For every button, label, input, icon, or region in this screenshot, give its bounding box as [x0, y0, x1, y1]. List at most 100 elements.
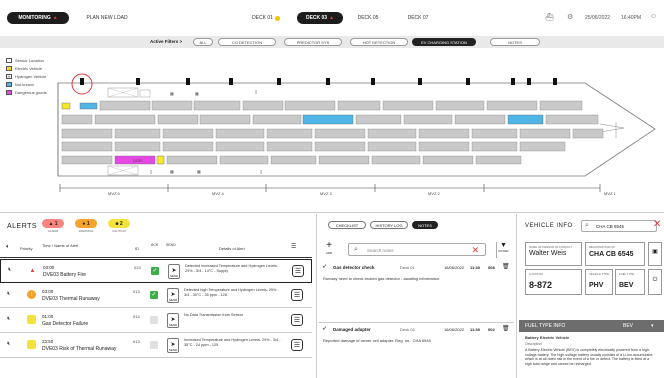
alarm-count-badge[interactable]: ▲ 1 — [42, 219, 64, 228]
trash-icon[interactable]: 🗑︎ — [502, 263, 510, 270]
ack-checkbox[interactable] — [150, 316, 158, 324]
mute-icon[interactable]: 🔇︎ — [8, 267, 12, 274]
ev-marker[interactable] — [156, 155, 165, 165]
trash-icon[interactable]: 🗑︎ — [502, 325, 510, 332]
vehicle-icon: ▣ — [652, 249, 658, 255]
note-deck: Deck 03 — [400, 327, 415, 332]
sensor-icon[interactable] — [277, 78, 281, 85]
warning-count-badge[interactable]: ● 1 — [75, 219, 97, 228]
warning-count: 1 — [86, 220, 90, 227]
note-item[interactable]: ➶ Gas detector check Deck 01 18/06/2022 … — [318, 262, 514, 322]
sensor-icon[interactable] — [229, 78, 233, 85]
fuel-info-select[interactable]: BEV ▾ — [623, 323, 654, 329]
tab-checklist[interactable]: CHECKLIST — [328, 221, 366, 229]
sensor-icon[interactable] — [186, 78, 190, 85]
filter-chip-hot-detection[interactable]: HOT DETECTION — [350, 38, 408, 46]
sensor-icon[interactable] — [136, 78, 140, 85]
details-button[interactable]: ☰ — [291, 314, 303, 326]
deck-tab-01[interactable]: DECK 01 — [246, 12, 286, 24]
deck-tab-05[interactable]: DECK 05 — [350, 12, 386, 24]
warning-icon: ▲ — [329, 15, 335, 21]
location-value: 8-872 — [529, 280, 553, 290]
alert-time: 01:00 — [42, 314, 54, 319]
filter-chip-all[interactable]: ALL — [193, 38, 213, 46]
filter-chip-ev-charging[interactable]: EV CHARGING STATION — [412, 38, 476, 46]
details-button[interactable]: ☰ — [291, 339, 303, 351]
note-count: 008 — [488, 265, 495, 270]
sensor-icon[interactable] — [466, 78, 470, 85]
send-button[interactable]: ➤ SEND — [167, 313, 179, 328]
caution-priority-icon — [27, 315, 36, 324]
bev-title: Battery Electric Vehicle — [525, 335, 570, 340]
vehicle-info-title: VEHICLE INFO — [525, 223, 573, 229]
filter-chip-notes[interactable]: NOTES — [490, 38, 540, 46]
bev-subtitle: Description — [525, 342, 542, 346]
alert-time: 03:00 — [42, 289, 54, 294]
send-button[interactable]: ➤ SEND — [167, 338, 179, 353]
unknown-vehicle[interactable] — [79, 102, 98, 110]
sensor-swatch — [6, 57, 12, 63]
note-deck: Deck 01 — [400, 265, 415, 270]
details-button[interactable]: ☰ — [291, 289, 303, 301]
user-icon[interactable]: ☺ — [650, 13, 657, 20]
note-item[interactable]: ➶ Damaged adapter Deck 03 16/06/2022 11:… — [318, 322, 514, 352]
plug-icon: ⏻ — [652, 277, 658, 283]
list-icon[interactable]: ☰ — [291, 243, 296, 250]
ship-icon[interactable]: ⛴ — [545, 13, 554, 21]
clear-icon[interactable]: ✕ — [471, 245, 479, 256]
sensor-icon[interactable] — [418, 78, 422, 85]
legend-label: Sensor Location — [15, 57, 44, 63]
volume-icon[interactable]: 🔈︎ — [6, 244, 10, 251]
alert-row[interactable]: 🔇︎ 23:50 DVE03 Risk of Thermal Runaway 0… — [0, 334, 312, 358]
send-button[interactable]: ➤ SEND — [168, 264, 180, 279]
send-label: SEND — [168, 348, 178, 352]
deck-tab-03[interactable]: DECK 03 ▲ — [297, 12, 343, 24]
ack-checkbox[interactable] — [150, 341, 158, 349]
sensor-icon[interactable] — [326, 78, 330, 85]
fuel-type-box: FUEL TYPE BEV — [615, 269, 645, 295]
filter-button[interactable]: ▼ FILTER — [496, 242, 510, 258]
alerts-panel: ALERTS ▲ 1 ALARM ● 1 WARNING ■ 2 CAUTION… — [0, 214, 312, 378]
alert-row[interactable]: 🔇︎ ! 03:00 DVE03 Thermal Runaway 013 ✓ ➤… — [0, 284, 312, 308]
vehicle-type-box: VEHICLE TYPE PHV — [585, 269, 613, 295]
ev-marker[interactable] — [61, 102, 71, 110]
pin-icon: ➶ — [322, 264, 328, 270]
mute-icon[interactable]: 🔇︎ — [7, 316, 11, 323]
sensor-icon[interactable] — [80, 78, 84, 85]
send-button[interactable]: ➤ SEND — [167, 288, 179, 303]
sensor-icon[interactable] — [511, 78, 515, 85]
note-date: 18/06/2022 — [444, 265, 465, 270]
alert-row[interactable]: 🔇︎ ▲ 03:00 DVE03 Battery Fire 013 ✓ ➤ SEN… — [0, 259, 312, 283]
sensor-icon[interactable] — [527, 78, 531, 85]
vehicle-search-input[interactable]: ⌕ CHA CB 6545 — [581, 220, 657, 232]
close-icon[interactable]: ✕ — [653, 219, 661, 230]
alert-row[interactable]: 🔇︎ 01:00 Gas Detector Failure 014 ➤ SEND … — [0, 309, 312, 333]
mute-icon[interactable]: 🔇︎ — [7, 341, 11, 348]
add-note-button[interactable]: + ADD — [322, 241, 336, 258]
plan-new-load-tab[interactable]: PLAN NEW LOAD — [82, 12, 132, 24]
warning-label: WARNING — [78, 229, 94, 233]
vehicle-action-button[interactable]: ▣ — [648, 242, 662, 266]
tab-notes[interactable]: NOTES — [412, 221, 438, 229]
filter-chip-co-detection[interactable]: CO DETECTION — [218, 38, 276, 46]
ack-checkbox[interactable]: ✓ — [151, 267, 159, 275]
send-label: SEND — [169, 274, 179, 278]
filter-chip-predictor-sys[interactable]: PREDICTOR SYS — [284, 38, 342, 46]
ack-checkbox[interactable]: ✓ — [150, 291, 158, 299]
caution-count-badge[interactable]: ■ 2 — [108, 219, 130, 228]
sensor-icon[interactable] — [371, 78, 375, 85]
sensor-icon[interactable] — [553, 78, 557, 85]
monitoring-tab[interactable]: MONITORING ▲ — [7, 12, 69, 24]
location-caption: LOCATION — [529, 272, 544, 276]
tab-history-log[interactable]: HISTORY LOG — [370, 221, 408, 229]
deck-lane-5: DGR — [61, 155, 522, 165]
notes-search-input[interactable]: ⌕ Search notes ✕ — [348, 243, 486, 256]
details-button[interactable]: ☰ — [292, 265, 304, 277]
svg-text:▦: ▦ — [170, 91, 174, 96]
mute-icon[interactable]: 🔇︎ — [7, 291, 11, 298]
charger-action-button[interactable]: ⏻ — [648, 269, 662, 295]
note-time: 11:30 — [470, 327, 481, 332]
svg-text:▦: ▦ — [195, 91, 199, 96]
deck-tab-07[interactable]: DECK 07 — [400, 12, 436, 24]
settings-icon[interactable]: ⚙ — [567, 13, 573, 21]
